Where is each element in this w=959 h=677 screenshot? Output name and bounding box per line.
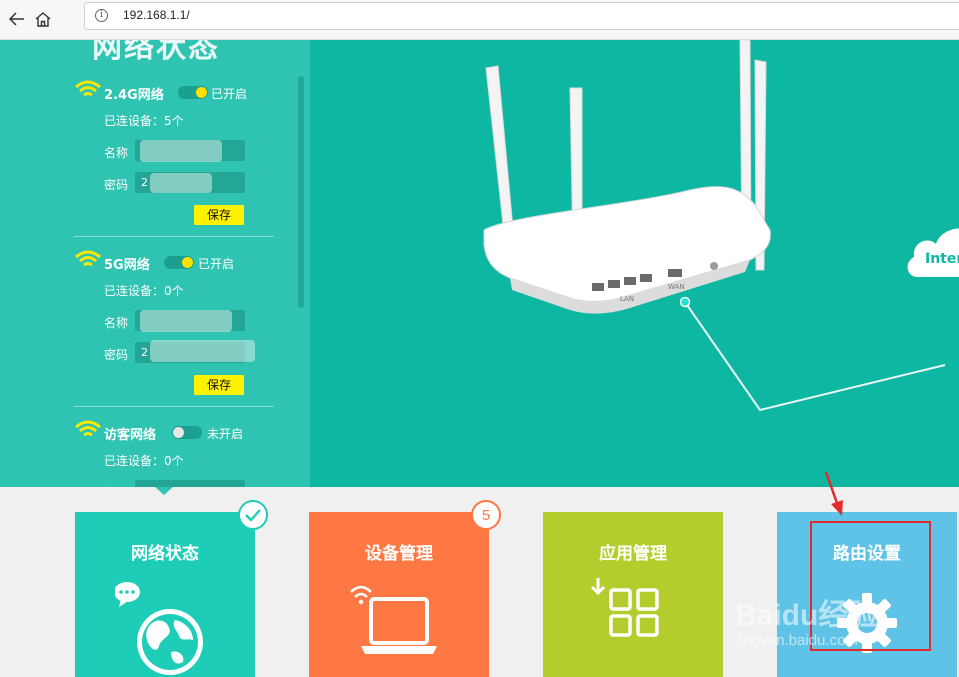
connected-devices: 已连设备：5个 [104, 114, 184, 128]
network-toggle[interactable] [172, 426, 202, 439]
panel-scrollbar[interactable] [298, 76, 304, 308]
globe-icon [115, 582, 203, 675]
wifi-icon [75, 420, 101, 437]
network-name: 访客网络 [104, 428, 157, 443]
network-toggle[interactable] [178, 86, 208, 99]
tile-app-management[interactable]: 应用管理 [543, 512, 723, 677]
browser-toolbar: i 192.168.1.1/ [0, 0, 959, 40]
tile-network-status[interactable]: 网络状态 [75, 512, 255, 677]
connected-devices: 已连设备：0个 [104, 284, 184, 298]
ssid-input[interactable] [135, 480, 245, 487]
password-label: 密码 [104, 348, 129, 362]
save-button[interactable]: 保存 [194, 205, 244, 225]
laptop-icon [350, 585, 437, 654]
network-state: 已开启 [198, 257, 235, 271]
network-status-panel: 网络状态 2.4G网络 已开启 已连设备：5个 名称 密码 2 保存 5G网络 … [0, 40, 310, 487]
active-tile-pointer [155, 487, 173, 495]
address-bar[interactable]: i 192.168.1.1/ [84, 2, 959, 30]
hero-banner: LAN WAN Inter 网络状态 2.4G网络 已开启 已连设 [0, 40, 959, 487]
divider [74, 406, 274, 407]
cloud-icon [907, 228, 959, 277]
tile-label: 应用管理 [599, 544, 667, 564]
wifi-icon [75, 80, 101, 97]
panel-title: 网络状态 [92, 40, 220, 65]
network-name: 5G网络 [104, 258, 150, 273]
redaction-mosaic [150, 173, 212, 193]
wifi-icon [75, 250, 101, 267]
back-arrow-icon[interactable] [4, 8, 30, 30]
annotation-highlight-box [810, 521, 931, 651]
redaction-mosaic [140, 140, 222, 162]
apps-grid-icon [590, 578, 659, 637]
annotation-arrow-icon [824, 471, 843, 516]
password-value: 2 [141, 176, 148, 189]
connected-devices: 已连设备：0个 [104, 454, 184, 468]
tile-label: 网络状态 [131, 544, 199, 564]
network-state: 已开启 [211, 87, 248, 101]
password-value: 2 [141, 346, 148, 359]
name-label: 名称 [104, 316, 129, 330]
name-label: 名称 [104, 146, 129, 160]
network-state: 未开启 [207, 427, 244, 441]
divider [74, 236, 274, 237]
redaction-mosaic [140, 310, 232, 332]
tile-label: 设备管理 [365, 544, 433, 564]
tile-device-management[interactable]: 设备管理 [309, 512, 489, 677]
home-icon[interactable] [30, 8, 56, 30]
network-name: 2.4G网络 [104, 88, 164, 103]
password-label: 密码 [104, 178, 129, 192]
network-guest-section: 访客网络 未开启 已连设备：0个 名称 [74, 418, 274, 487]
redaction-mosaic [150, 340, 255, 362]
network-toggle[interactable] [164, 256, 194, 269]
device-count-badge: 5 [471, 500, 501, 530]
info-icon[interactable]: i [95, 9, 108, 22]
check-icon [238, 500, 268, 530]
url-text: 192.168.1.1/ [123, 8, 190, 22]
save-button[interactable]: 保存 [194, 375, 244, 395]
internet-label: Inter [925, 251, 959, 267]
